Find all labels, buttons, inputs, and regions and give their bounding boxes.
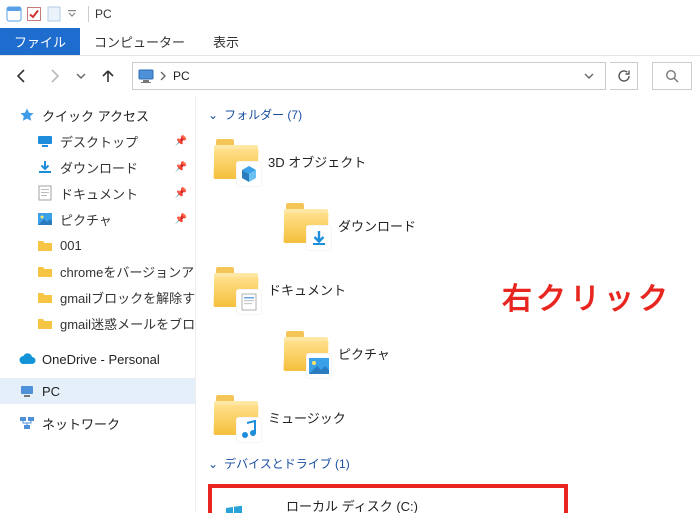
- folder-label: ミュージック: [268, 408, 346, 427]
- windows-logo-icon: [224, 504, 244, 513]
- breadcrumb-pc[interactable]: PC: [169, 69, 194, 83]
- nav-row: PC: [0, 56, 700, 96]
- sidebar-item-label: ネットワーク: [42, 414, 120, 433]
- titlebar-dropdown-icon[interactable]: [66, 6, 78, 22]
- ribbon-tab-view[interactable]: 表示: [199, 28, 253, 55]
- sidebar-quick-access[interactable]: クイック アクセス: [0, 102, 195, 128]
- folder-icon: [212, 393, 260, 441]
- pictures-icon: [36, 210, 54, 228]
- sidebar-item-label: PC: [42, 384, 60, 399]
- document-icon: [36, 184, 54, 202]
- default-program-icon: [6, 6, 22, 22]
- sidebar-item-label: ピクチャ: [60, 210, 112, 229]
- group-header-drives[interactable]: ⌄ デバイスとドライブ (1): [208, 453, 688, 478]
- sidebar-item-label: OneDrive - Personal: [42, 352, 160, 367]
- music-note-icon: [236, 417, 262, 443]
- folders-grid: 3D オブジェクト ダウンロード ドキュメント: [208, 129, 688, 449]
- titlebar-separator: [88, 6, 89, 22]
- cube-icon: [236, 161, 262, 187]
- sidebar-item-label: ダウンロード: [60, 158, 138, 177]
- sidebar-item-folder-gmail-unblock[interactable]: gmailブロックを解除する: [0, 284, 195, 310]
- sidebar-item-desktop[interactable]: デスクトップ 📌: [0, 128, 195, 154]
- window-title: PC: [95, 7, 112, 21]
- folder-icon: [212, 137, 260, 185]
- folder-label: ピクチャ: [338, 344, 390, 363]
- pin-icon: 📌: [175, 162, 187, 173]
- title-bar: PC: [0, 0, 700, 28]
- folder-pictures[interactable]: ピクチャ: [278, 323, 498, 383]
- folder-downloads[interactable]: ダウンロード: [278, 195, 498, 255]
- address-bar[interactable]: PC: [132, 62, 606, 90]
- nav-recent-dropdown-icon[interactable]: [72, 62, 90, 90]
- folder-icon: [282, 201, 330, 249]
- nav-forward-button[interactable]: [40, 62, 68, 90]
- pin-icon: 📌: [175, 188, 187, 199]
- sidebar-item-documents[interactable]: ドキュメント 📌: [0, 180, 195, 206]
- cloud-icon: [18, 350, 36, 368]
- sidebar-item-folder-chrome[interactable]: chromeをバージョンアップ: [0, 258, 195, 284]
- folder-icon: [36, 314, 54, 332]
- search-box[interactable]: [652, 62, 692, 90]
- navigation-pane[interactable]: クイック アクセス デスクトップ 📌 ダウンロード 📌 ドキュメント 📌 ピクチ…: [0, 96, 196, 513]
- sidebar-onedrive[interactable]: OneDrive - Personal: [0, 346, 195, 372]
- download-icon: [306, 225, 332, 251]
- sidebar-item-label: クイック アクセス: [42, 106, 149, 125]
- sidebar-item-folder-001[interactable]: 001: [0, 232, 195, 258]
- folder-icon: [36, 236, 54, 254]
- page-icon: [46, 6, 62, 22]
- drive-icon: [224, 504, 276, 513]
- nav-up-button[interactable]: [94, 62, 122, 90]
- desktop-icon: [36, 132, 54, 150]
- chevron-down-icon: ⌄: [208, 108, 218, 122]
- refresh-button[interactable]: [610, 62, 638, 90]
- group-label: デバイスとドライブ (1): [224, 455, 350, 472]
- drive-name: ローカル ディスク (C:): [286, 496, 552, 513]
- download-icon: [36, 158, 54, 176]
- folder-label: ドキュメント: [268, 280, 346, 299]
- sidebar-item-label: ドキュメント: [60, 184, 138, 203]
- nav-back-button[interactable]: [8, 62, 36, 90]
- folder-icon: [212, 265, 260, 313]
- folder-label: 3D オブジェクト: [268, 152, 366, 171]
- folder-icon: [282, 329, 330, 377]
- sidebar-item-label: gmailブロックを解除する: [60, 288, 195, 307]
- address-dropdown-icon[interactable]: [577, 64, 601, 88]
- sidebar-item-label: gmail迷惑メールをブロック: [60, 314, 195, 333]
- group-header-folders[interactable]: ⌄ フォルダー (7): [208, 104, 688, 129]
- pin-icon: 📌: [175, 214, 187, 225]
- sidebar-pc[interactable]: PC: [0, 378, 195, 404]
- sidebar-item-downloads[interactable]: ダウンロード 📌: [0, 154, 195, 180]
- group-label: フォルダー (7): [224, 106, 302, 123]
- explorer-window: PC ファイル コンピューター 表示 PC: [0, 0, 700, 513]
- ribbon-tabs: ファイル コンピューター 表示: [0, 28, 700, 56]
- pictures-icon: [306, 353, 332, 379]
- pin-icon: 📌: [175, 136, 187, 147]
- sidebar-item-label: デスクトップ: [60, 132, 138, 151]
- chevron-right-icon[interactable]: [157, 71, 169, 81]
- sidebar-item-pictures[interactable]: ピクチャ 📌: [0, 206, 195, 232]
- star-icon: [18, 106, 36, 124]
- pc-icon: [18, 382, 36, 400]
- folder-icon: [36, 262, 54, 280]
- ribbon-tab-file[interactable]: ファイル: [0, 28, 80, 55]
- drive-item-c[interactable]: ローカル ディスク (C:) 空き領域 180 GB/222 GB: [208, 484, 568, 513]
- document-icon: [236, 289, 262, 315]
- sidebar-item-label: 001: [60, 238, 82, 253]
- folder-3d-objects[interactable]: 3D オブジェクト: [208, 131, 428, 191]
- network-icon: [18, 414, 36, 432]
- content-pane[interactable]: ⌄ フォルダー (7) 3D オブジェクト ダウン: [196, 96, 700, 513]
- sidebar-network[interactable]: ネットワーク: [0, 410, 195, 436]
- folder-documents[interactable]: ドキュメント: [208, 259, 428, 319]
- ribbon-tab-computer[interactable]: コンピューター: [80, 28, 199, 55]
- pc-icon: [137, 67, 155, 85]
- folder-icon: [36, 288, 54, 306]
- folder-label: ダウンロード: [338, 216, 416, 235]
- folder-music[interactable]: ミュージック: [208, 387, 428, 447]
- chevron-down-icon: ⌄: [208, 457, 218, 471]
- sidebar-item-folder-gmail-spam[interactable]: gmail迷惑メールをブロック: [0, 310, 195, 336]
- checkbox-checked-icon[interactable]: [26, 6, 42, 22]
- search-icon: [664, 68, 680, 84]
- sidebar-item-label: chromeをバージョンアップ: [60, 262, 195, 281]
